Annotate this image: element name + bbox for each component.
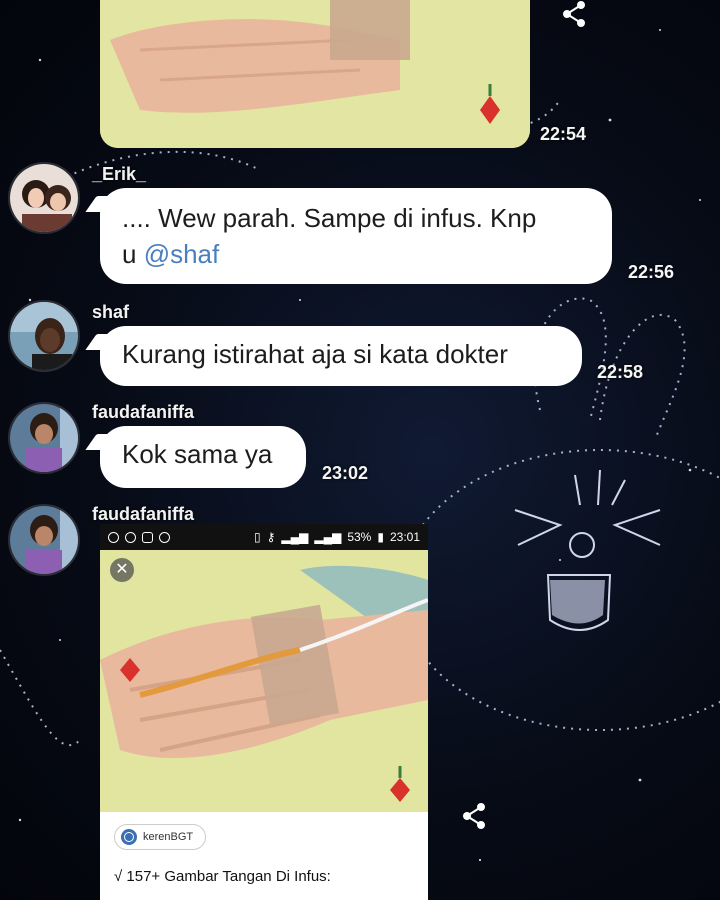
share-icon[interactable] <box>460 802 488 830</box>
globe-icon <box>121 829 137 845</box>
notification-icon <box>108 531 119 543</box>
vibrate-icon: ▯ <box>253 530 261 544</box>
message-bubble[interactable]: Kok sama ya <box>100 426 306 488</box>
message-time: 23:02 <box>322 463 369 483</box>
source-name: kerenBGT <box>143 831 194 843</box>
signal-icon: ▂▄▆ <box>314 530 342 544</box>
notification-icon <box>142 531 153 543</box>
message-text: .... Wew parah. Sampe di infus. Knp <box>122 203 537 233</box>
message-text-line2: u @shaf <box>122 236 590 272</box>
search-result-title[interactable]: √ 157+ Gambar Tangan Di Infus: <box>114 866 424 888</box>
sender-name: shaf <box>92 302 130 322</box>
sender-name: faudafaniffa <box>92 504 195 524</box>
message-bubble[interactable]: .... Wew parah. Sampe di infus. Knp u @s… <box>100 188 612 284</box>
source-badge[interactable]: kerenBGT <box>114 824 207 850</box>
signal-icon: ▂▄▆ <box>281 530 309 544</box>
message-text-prefix: u <box>122 239 144 269</box>
status-bar: ▯ ⚷ ▂▄▆ ▂▄▆ 53% ▮ 23:01 <box>100 524 428 550</box>
avatar[interactable] <box>8 162 80 234</box>
key-icon: ⚷ <box>266 530 276 544</box>
image-message-screenshot[interactable]: ▯ ⚷ ▂▄▆ ▂▄▆ 53% ▮ 23:01 ✕ kerenBGT √ 157… <box>100 524 428 900</box>
image-message-top[interactable] <box>100 0 530 148</box>
status-bar-left <box>108 531 170 543</box>
status-clock: 23:01 <box>389 530 420 544</box>
message-text: Kok sama ya <box>122 439 273 469</box>
avatar[interactable] <box>8 402 80 474</box>
message-time: 22:58 <box>597 362 644 382</box>
avatar[interactable] <box>8 300 80 372</box>
message-time: 22:56 <box>628 262 675 282</box>
hand-photo <box>100 0 530 148</box>
iv-hand-photo <box>100 550 428 812</box>
message-time: 22:54 <box>540 124 587 144</box>
message-text: Kurang istirahat aja si kata dokter <box>122 339 508 369</box>
sender-name: _Erik_ <box>92 164 147 184</box>
message-bubble[interactable]: Kurang istirahat aja si kata dokter <box>100 326 582 386</box>
status-bar-right: ▯ ⚷ ▂▄▆ ▂▄▆ 53% ▮ 23:01 <box>254 530 420 544</box>
battery-percent: 53% <box>347 530 372 544</box>
notification-icon <box>159 531 170 543</box>
avatar[interactable] <box>8 504 80 576</box>
share-icon[interactable] <box>560 0 588 28</box>
battery-icon: ▮ <box>377 530 384 544</box>
close-icon[interactable]: ✕ <box>110 558 134 582</box>
notification-icon <box>125 531 136 543</box>
hand-photo: ✕ <box>100 550 428 812</box>
mention-link[interactable]: @shaf <box>144 239 220 269</box>
sender-name: faudafaniffa <box>92 402 195 422</box>
